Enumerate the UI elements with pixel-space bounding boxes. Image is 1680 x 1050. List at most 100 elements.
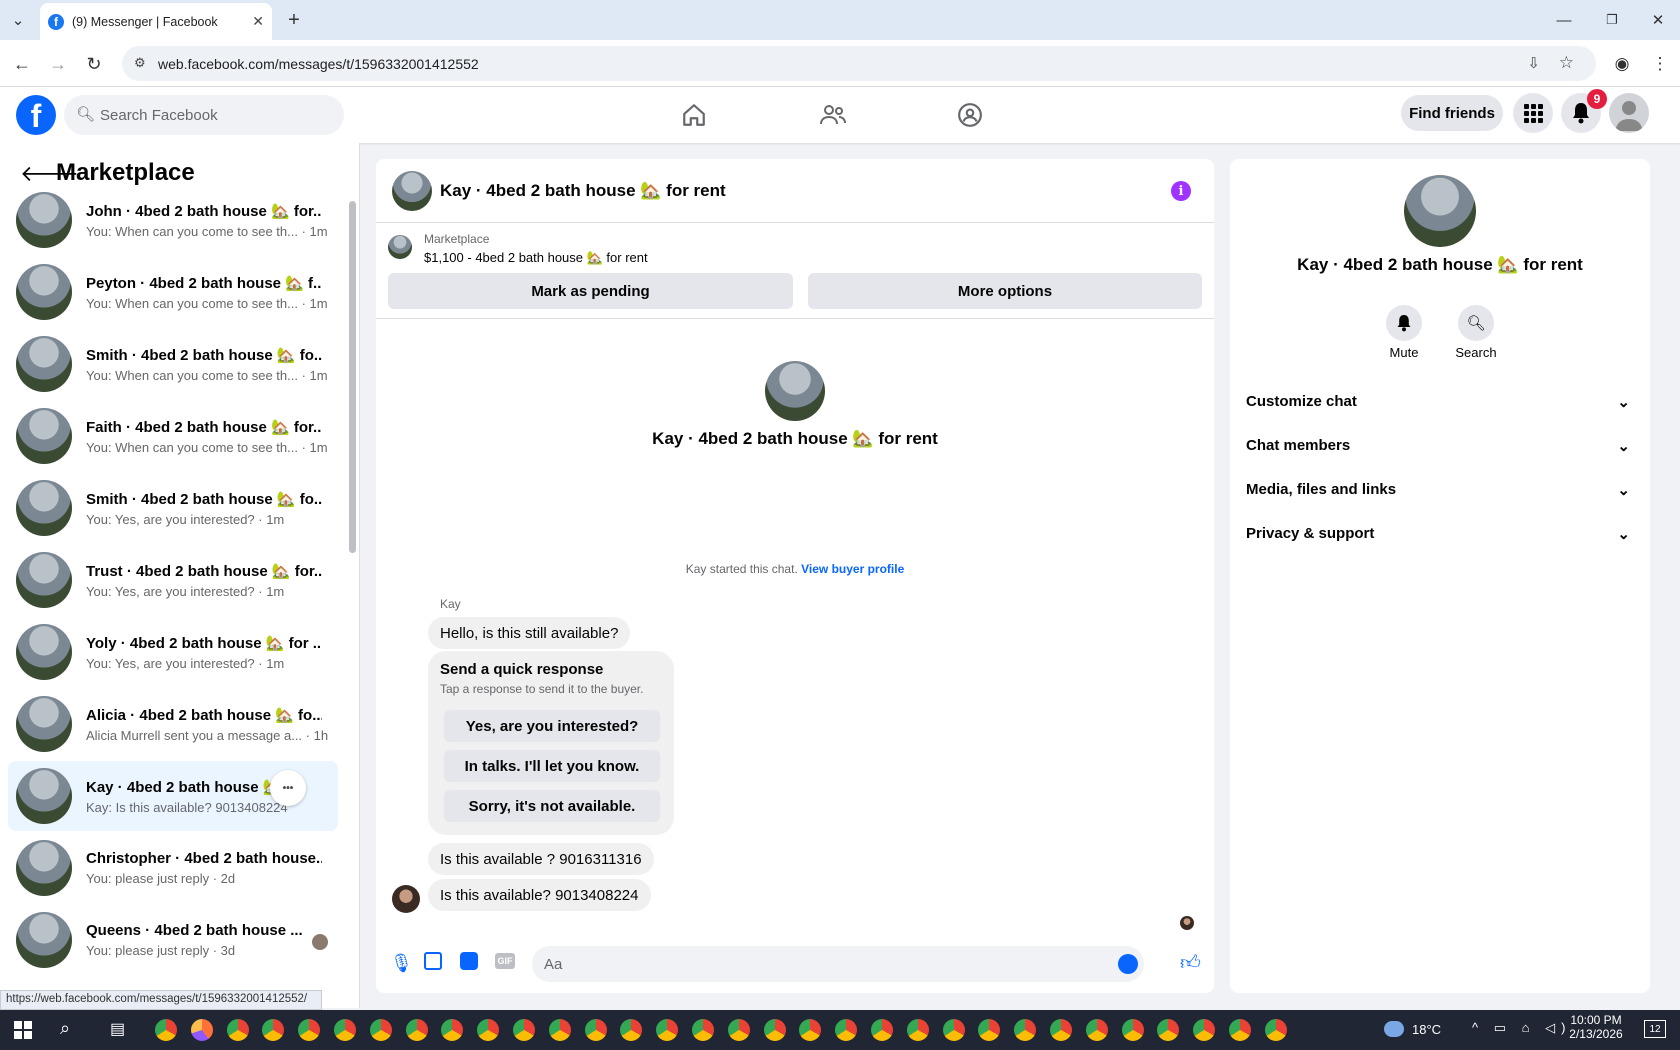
like-thumb-icon[interactable]: 👍︎	[1180, 951, 1201, 975]
conversation-item[interactable]: John · 4bed 2 bath house 🏡 for... You: Wh…	[8, 185, 338, 255]
message-bubble[interactable]: Hello, is this still available?	[428, 617, 631, 649]
profile-icon[interactable]: ◉	[1610, 52, 1634, 76]
chrome-icon[interactable]	[1050, 1019, 1072, 1041]
address-bar[interactable]: ⚙ web.facebook.com/messages/t/1596332001…	[122, 46, 1596, 81]
view-buyer-profile-link[interactable]: View buyer profile	[801, 562, 904, 576]
chrome-icon[interactable]	[799, 1019, 822, 1041]
chrome-icon[interactable]	[262, 1019, 285, 1041]
listing-info[interactable]: $1,100 - 4bed 2 bath house 🏡 for rent	[424, 250, 648, 266]
chrome-icon[interactable]	[763, 1019, 786, 1041]
quick-reply-not-available-button[interactable]: Sorry, it's not available.	[444, 790, 660, 822]
message-input[interactable]: Aa	[532, 946, 1144, 982]
photo-icon[interactable]	[424, 952, 442, 970]
microphone-icon[interactable]: 🎙︎	[390, 953, 413, 974]
details-avatar[interactable]	[1404, 175, 1476, 247]
chrome-icon[interactable]	[871, 1019, 893, 1041]
chat-members-row[interactable]: Chat members ⌄	[1246, 437, 1630, 455]
sidebar-scrollbar[interactable]	[349, 201, 356, 553]
close-window-icon[interactable]: ✕	[1646, 8, 1670, 32]
chrome-icon[interactable]	[584, 1019, 607, 1041]
browser-menu-icon[interactable]: ⋮	[1648, 52, 1672, 76]
chrome-icon[interactable]	[298, 1019, 321, 1041]
back-icon[interactable]: ←	[10, 52, 34, 76]
new-tab-icon[interactable]: +	[282, 8, 306, 32]
media-files-links-row[interactable]: Media, files and links ⌄	[1246, 481, 1630, 499]
chrome-icon[interactable]	[548, 1019, 571, 1041]
sticker-icon[interactable]	[460, 952, 478, 970]
chrome-icon[interactable]	[835, 1019, 858, 1041]
search-in-chat-icon[interactable]: 🔍︎	[1458, 305, 1494, 341]
chrome-icon[interactable]	[226, 1019, 249, 1041]
chrome-icon[interactable]	[978, 1019, 1001, 1041]
chrome-icon[interactable]	[441, 1019, 464, 1041]
install-app-icon[interactable]: ⇩	[1527, 54, 1540, 72]
conversation-item[interactable]: Queens · 4bed 2 bath house ... You: pleas…	[8, 905, 338, 975]
bookmark-star-icon[interactable]: ☆	[1559, 53, 1574, 73]
conversation-item[interactable]: Peyton · 4bed 2 bath house 🏡 f... You: Wh…	[8, 257, 338, 327]
conversation-item[interactable]: Smith · 4bed 2 bath house 🏡 fo... You: Ye…	[8, 473, 338, 543]
account-avatar[interactable]	[1609, 93, 1649, 133]
quick-reply-in-talks-button[interactable]: In talks. I'll let you know.	[444, 750, 660, 782]
groups-icon[interactable]	[950, 95, 990, 135]
chat-avatar[interactable]	[392, 170, 432, 211]
chrome-icon[interactable]	[1193, 1019, 1216, 1041]
sender-avatar[interactable]	[392, 885, 420, 913]
facebook-search-input[interactable]: 🔍︎ Search Facebook	[64, 95, 344, 135]
taskbar-search-icon[interactable]: ⌕	[60, 1018, 70, 1039]
menu-grid-icon[interactable]	[1513, 93, 1553, 133]
task-view-icon[interactable]: ▤	[110, 1019, 125, 1039]
quick-reply-yes-button[interactable]: Yes, are you interested?	[444, 710, 660, 742]
message-bubble[interactable]: Is this available? 9013408224	[428, 879, 651, 911]
chrome-icon[interactable]	[513, 1019, 535, 1041]
home-icon[interactable]	[674, 95, 714, 135]
forward-icon[interactable]: →	[46, 52, 70, 76]
chrome-icon[interactable]	[656, 1019, 679, 1041]
chrome-icon[interactable]	[334, 1019, 356, 1041]
info-icon[interactable]: i	[1171, 181, 1191, 201]
chrome-icon[interactable]	[692, 1019, 714, 1041]
weather-icon[interactable]	[1384, 1021, 1404, 1037]
firefox-icon[interactable]	[190, 1019, 213, 1041]
chrome-icon[interactable]	[1014, 1019, 1037, 1041]
gif-icon[interactable]: GIF	[495, 953, 515, 969]
conversation-item[interactable]: Smith · 4bed 2 bath house 🏡 fo... You: Wh…	[8, 329, 338, 399]
chrome-icon[interactable]	[155, 1019, 177, 1041]
browser-tab[interactable]: f (9) Messenger | Facebook ✕	[40, 3, 272, 40]
system-tray-icons[interactable]: ^ ▭ ⌂ ◁)	[1472, 1020, 1571, 1036]
temperature[interactable]: 18°C	[1412, 1022, 1441, 1037]
reload-icon[interactable]: ↻	[82, 52, 106, 76]
conversation-more-options-icon[interactable]: •••	[270, 770, 306, 806]
notification-center-icon[interactable]: 12	[1644, 1020, 1666, 1038]
conversation-item[interactable]: Alicia · 4bed 2 bath house 🏡 fo... Alicia…	[8, 689, 338, 759]
conversation-item[interactable]: Trust · 4bed 2 bath house 🏡 for... You: Y…	[8, 545, 338, 615]
message-bubble[interactable]: Is this available ? 9016311316	[428, 843, 654, 875]
privacy-support-row[interactable]: Privacy & support ⌄	[1246, 525, 1630, 543]
clock[interactable]: 10:00 PM 2/13/2026	[1560, 1013, 1632, 1041]
tab-search-icon[interactable]: ⌄	[8, 10, 28, 30]
chrome-icon[interactable]	[477, 1019, 500, 1041]
chat-title[interactable]: Kay · 4bed 2 bath house 🏡 for rent	[440, 181, 726, 201]
chrome-icon[interactable]	[620, 1019, 643, 1041]
more-options-button[interactable]: More options	[808, 273, 1202, 309]
chrome-icon[interactable]	[405, 1019, 428, 1041]
chrome-icon[interactable]	[1121, 1019, 1144, 1041]
minimize-icon[interactable]: —	[1552, 8, 1576, 32]
chrome-icon[interactable]	[906, 1019, 929, 1041]
chrome-icon[interactable]	[369, 1019, 392, 1041]
mark-pending-button[interactable]: Mark as pending	[388, 273, 793, 309]
conversation-item[interactable]: Christopher · 4bed 2 bath house... You: p…	[8, 833, 338, 903]
facebook-logo-icon[interactable]: f	[16, 95, 56, 135]
friends-icon[interactable]	[813, 95, 853, 135]
conversation-item[interactable]: Yoly · 4bed 2 bath house 🏡 for ... You: Y…	[8, 617, 338, 687]
listing-thumbnail[interactable]	[388, 235, 412, 259]
close-tab-icon[interactable]: ✕	[252, 13, 264, 30]
chrome-icon[interactable]	[942, 1019, 965, 1041]
emoji-icon[interactable]	[1118, 954, 1138, 974]
chrome-icon[interactable]	[727, 1019, 750, 1041]
windows-start-icon[interactable]	[14, 1021, 32, 1039]
chrome-icon[interactable]	[1085, 1019, 1108, 1041]
chrome-icon[interactable]	[1264, 1019, 1287, 1041]
find-friends-button[interactable]: Find friends	[1401, 95, 1503, 131]
site-info-icon[interactable]: ⚙	[134, 55, 146, 71]
restore-icon[interactable]: ❐	[1600, 8, 1624, 32]
